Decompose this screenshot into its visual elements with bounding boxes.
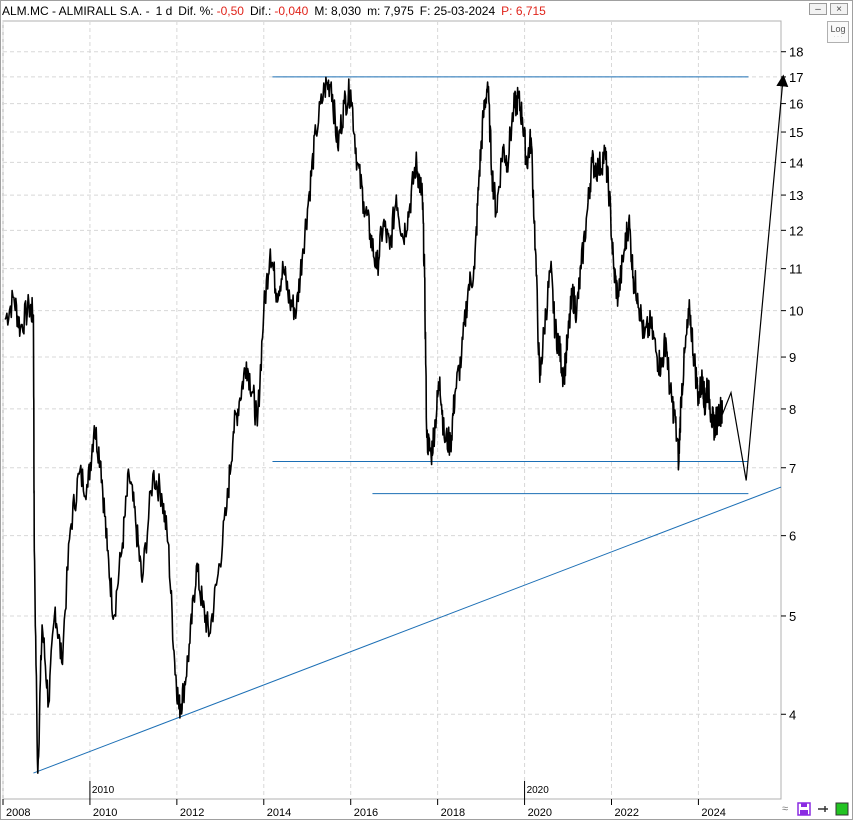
log-scale-button[interactable]: Log · · · — [827, 21, 849, 43]
y-tick-label: 13 — [789, 188, 803, 203]
chart-window: ALM.MC - ALMIRALL S.A. - 1 d Dif. %: -0,… — [0, 0, 853, 820]
x-tick-label: 2024 — [701, 807, 725, 819]
x-tick-label: 2010 — [93, 807, 117, 819]
price-chart: 4 5 6 7 8 9 10 11 12 13 14 15 16 17 18 2008 2010 2012 2014… — [2, 20, 803, 819]
pin-icon[interactable] — [815, 801, 831, 817]
x-tick-label: 2012 — [180, 807, 204, 819]
y-tick-label: 6 — [789, 529, 796, 544]
x-tick-label: 2022 — [614, 807, 638, 819]
y-tick-label: 14 — [789, 155, 803, 170]
x-tick-label: 2008 — [6, 807, 30, 819]
y-tick-label: 16 — [789, 97, 803, 112]
y-tick-label: 15 — [789, 125, 803, 140]
x-tick-label: 2020 — [528, 807, 552, 819]
support-trendline — [33, 486, 782, 774]
y-tick-label: 12 — [789, 223, 803, 238]
y-tick-label: 10 — [789, 304, 803, 319]
y-tick-label: 11 — [789, 262, 803, 277]
plot-area — [2, 20, 782, 800]
y-tick-label: 17 — [789, 70, 803, 85]
price-series-line — [4, 76, 724, 774]
y-tick-label: 5 — [789, 609, 796, 624]
decade-marker-label: 2020 — [527, 785, 550, 796]
save-icon[interactable] — [796, 801, 812, 817]
projection-arrow — [721, 74, 789, 481]
scroll-icon[interactable]: ≈ — [777, 801, 793, 817]
x-tick-label: 2014 — [267, 807, 291, 819]
y-tick-label: 4 — [789, 707, 796, 722]
x-tick-label: 2018 — [441, 807, 465, 819]
y-tick-label: 7 — [789, 461, 796, 476]
y-tick-label: 18 — [789, 45, 803, 60]
bottom-toolbar: ≈ — [777, 801, 850, 817]
status-square-icon[interactable] — [834, 801, 850, 817]
x-tick-label: 2016 — [354, 807, 378, 819]
y-tick-label: 9 — [789, 350, 796, 365]
log-button-label: Log — [830, 24, 846, 34]
log-button-decoration: · · · — [833, 34, 843, 40]
y-tick-label: 8 — [789, 402, 796, 417]
decade-marker-label: 2010 — [92, 785, 115, 796]
